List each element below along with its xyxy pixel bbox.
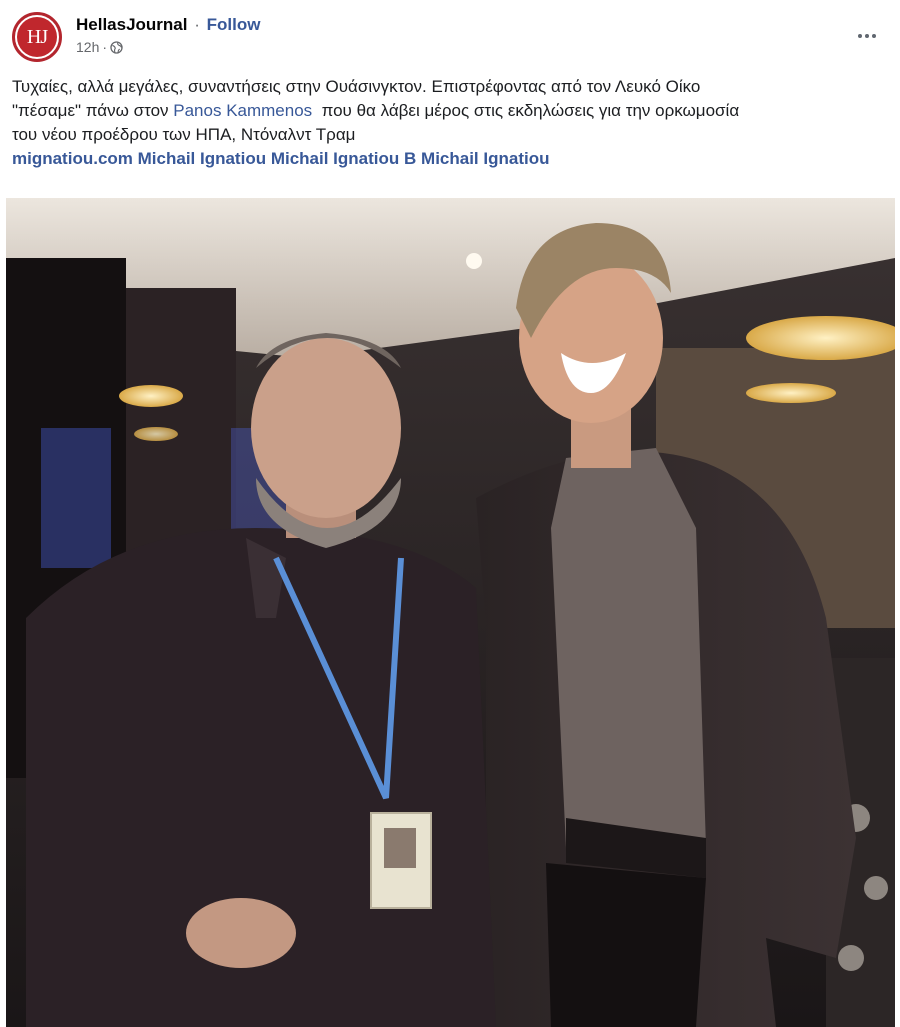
post-meta: 12h · — [76, 38, 260, 56]
links-line: mignatiou.com Michail Ignatiou Michail I… — [12, 147, 892, 171]
more-options-button[interactable] — [850, 22, 884, 50]
header-text: HellasJournal · Follow 12h · — [76, 14, 260, 56]
link-michail-ignatiou[interactable]: Michail Ignatiou — [271, 149, 399, 168]
post-header: HJ HellasJournal · Follow 12h · — [0, 0, 900, 68]
page-avatar[interactable]: HJ — [12, 12, 62, 62]
globe-icon[interactable] — [110, 40, 123, 54]
photo-illustration — [6, 198, 895, 1027]
link-mignatiou-site[interactable]: mignatiou.com — [12, 149, 133, 168]
link-michail-ignatiou[interactable]: Michail Ignatiou — [421, 149, 549, 168]
page-name-link[interactable]: HellasJournal — [76, 15, 188, 34]
link-michail-ignatiou[interactable]: Michail Ignatiou — [138, 149, 266, 168]
post-text-line-2: "πέσαμε" πάνω στον Panos Kammenos που θα… — [12, 99, 892, 123]
more-options-icon-dot — [872, 34, 876, 38]
name-separator: · — [194, 15, 200, 34]
follow-button[interactable]: Follow — [207, 15, 261, 34]
name-line: HellasJournal · Follow — [76, 14, 260, 36]
meta-separator: · — [102, 39, 108, 55]
mention-link[interactable]: Panos Kammenos — [173, 101, 312, 120]
more-options-icon-dot — [865, 34, 869, 38]
post-text-line-3: του νέου προέδρου των ΗΠΑ, Ντόναλντ Τραμ — [12, 125, 356, 144]
post-text-segment: που θα λάβει μέρος στις εκδηλώσεις για τ… — [312, 101, 740, 120]
post-timestamp[interactable]: 12h — [76, 39, 99, 55]
post-photo[interactable] — [6, 198, 895, 1027]
avatar-logo: HJ — [17, 17, 57, 57]
post-message: Τυχαίες, αλλά μεγάλες, συναντήσεις στην … — [12, 75, 892, 171]
post-text-segment: "πέσαμε" πάνω στον — [12, 101, 174, 120]
more-options-icon — [858, 34, 862, 38]
post-text-line-1: Τυχαίες, αλλά μεγάλες, συναντήσεις στην … — [12, 77, 701, 96]
link-b[interactable]: B — [404, 149, 416, 168]
